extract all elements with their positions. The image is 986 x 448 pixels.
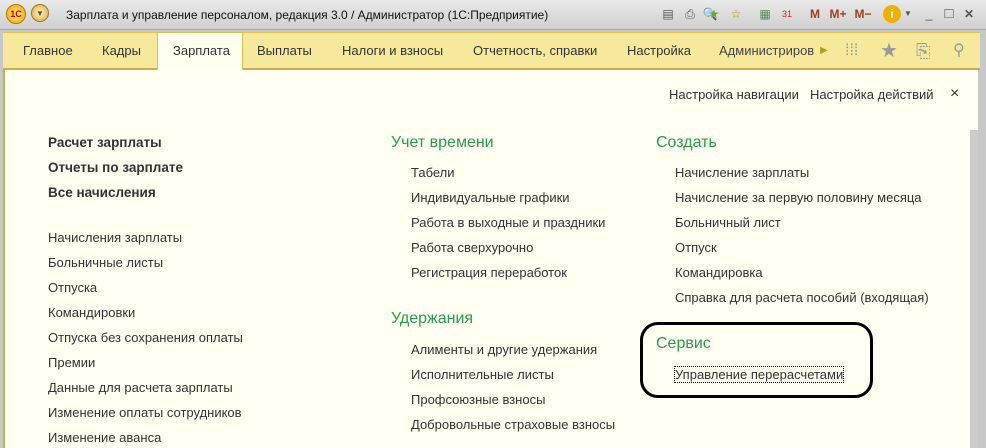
- create-link[interactable]: Начисление за первую половину месяца: [675, 190, 922, 205]
- nav-link[interactable]: Командировки: [48, 305, 135, 320]
- scrollbar-thumb[interactable]: [970, 130, 978, 448]
- action-settings-link[interactable]: Настройка действий: [810, 87, 934, 102]
- scrollbar[interactable]: [970, 70, 978, 448]
- main-menu-button[interactable]: ▼: [31, 4, 49, 22]
- service-heading: Сервис: [656, 335, 711, 352]
- nav-link[interactable]: Индивидуальные графики: [411, 190, 570, 205]
- main-link[interactable]: Все начисления: [48, 185, 156, 200]
- tab-payments[interactable]: Выплаты: [257, 33, 312, 69]
- close-button[interactable]: ✕: [962, 5, 976, 23]
- nav-link[interactable]: Данные для расчета зарплаты: [48, 380, 233, 395]
- deductions-heading: Удержания: [391, 310, 474, 327]
- save-icon[interactable]: ▤: [660, 5, 676, 23]
- 1c-logo-icon[interactable]: 1С: [6, 4, 26, 24]
- title-bar: 1С ▼ Зарплата и управление персоналом, р…: [0, 0, 986, 30]
- tab-reports[interactable]: Отчетность, справки: [473, 33, 597, 69]
- print-icon[interactable]: ⎙: [682, 5, 698, 23]
- nav-link[interactable]: Табели: [411, 165, 455, 180]
- all-functions-icon[interactable]: ⁞⁞⁞: [845, 33, 858, 69]
- nav-link[interactable]: Отпуска без сохранения оплаты: [48, 330, 243, 345]
- close-panel-button[interactable]: ×: [950, 85, 959, 103]
- nav-link[interactable]: Премии: [48, 355, 95, 370]
- nav-link[interactable]: Алименты и другие удержания: [411, 342, 597, 357]
- nav-link[interactable]: Добровольные страховые взносы: [411, 417, 615, 432]
- tab-main[interactable]: Главное: [23, 33, 73, 69]
- nav-link[interactable]: Работа в выходные и праздники: [411, 215, 605, 230]
- create-link[interactable]: Отпуск: [675, 240, 717, 255]
- nav-link[interactable]: Начисления зарплаты: [48, 230, 182, 245]
- nav-link[interactable]: Изменение оплаты сотрудников: [48, 405, 242, 420]
- add-favorite-icon[interactable]: ★: [706, 5, 722, 23]
- highlight-annotation: [640, 322, 873, 398]
- create-link[interactable]: Справка для расчета пособий (входящая): [675, 290, 929, 305]
- window-title: Зарплата и управление персоналом, редакц…: [66, 8, 549, 22]
- nav-link[interactable]: Регистрация переработок: [411, 265, 567, 280]
- tab-salary[interactable]: Зарплата: [157, 33, 243, 71]
- memory-button[interactable]: M: [808, 5, 822, 23]
- create-link[interactable]: Командировка: [675, 265, 763, 280]
- main-link[interactable]: Расчет зарплаты: [48, 135, 162, 150]
- main-link[interactable]: Отчеты по зарплате: [48, 160, 183, 175]
- time-tracking-heading: Учет времени: [391, 134, 494, 151]
- minimize-button[interactable]: _: [922, 5, 936, 23]
- create-link[interactable]: Начисление зарплаты: [675, 165, 809, 180]
- nav-link[interactable]: Больничные листы: [48, 255, 163, 270]
- more-tabs-icon[interactable]: ▶: [820, 33, 828, 69]
- calculator-icon[interactable]: ▦: [757, 5, 773, 23]
- calendar-icon[interactable]: 31: [779, 5, 795, 23]
- tab-administration[interactable]: Администриров: [719, 33, 815, 69]
- section-bar: Главное Кадры Зарплата Выплаты Налоги и …: [3, 32, 980, 71]
- nav-link[interactable]: Исполнительные листы: [411, 367, 554, 382]
- tab-taxes[interactable]: Налоги и взносы: [342, 33, 443, 69]
- search-icon[interactable]: ⚲: [953, 33, 965, 69]
- create-heading: Создать: [656, 134, 717, 151]
- tab-settings[interactable]: Настройка: [627, 33, 691, 69]
- nav-link[interactable]: Работа сверхурочно: [411, 240, 533, 255]
- memory-minus-button[interactable]: M−: [853, 5, 873, 23]
- history-icon[interactable]: ⎘: [916, 33, 930, 69]
- info-icon[interactable]: i: [883, 5, 901, 23]
- memory-plus-button[interactable]: M+: [828, 5, 848, 23]
- create-link[interactable]: Больничный лист: [675, 215, 781, 230]
- nav-link[interactable]: Изменение аванса: [48, 430, 161, 445]
- maximize-button[interactable]: □: [942, 5, 956, 23]
- favorites-icon[interactable]: ☆: [728, 5, 744, 23]
- tab-hr[interactable]: Кадры: [102, 33, 141, 69]
- favorites-star-icon[interactable]: ★: [880, 33, 898, 69]
- nav-link[interactable]: Отпуска: [48, 280, 97, 295]
- navigation-settings-link[interactable]: Настройка навигации: [669, 87, 799, 102]
- chevron-down-icon[interactable]: ▼: [903, 5, 913, 23]
- nav-link[interactable]: Профсоюзные взносы: [411, 392, 545, 407]
